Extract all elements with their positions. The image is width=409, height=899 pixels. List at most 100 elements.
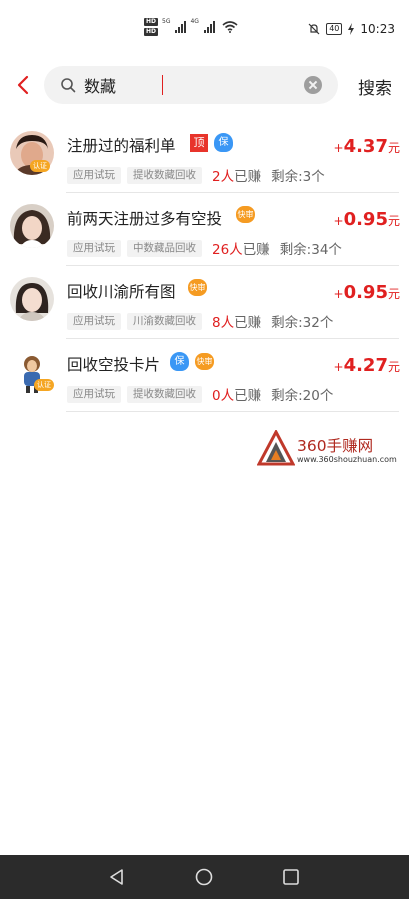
earned-label: 已赚	[242, 242, 270, 258]
search-header: 搜索	[0, 62, 409, 108]
price-unit: 元	[387, 287, 400, 301]
search-box[interactable]	[44, 66, 338, 104]
system-nav-bar	[0, 855, 409, 899]
signal-label: 4G	[190, 18, 199, 25]
price-sign: +	[333, 360, 344, 374]
signal-icon	[203, 21, 215, 33]
top-badge: 顶	[190, 133, 208, 152]
back-triangle-icon	[110, 869, 123, 885]
category-tag: 应用试玩	[67, 312, 121, 330]
search-input[interactable]	[84, 74, 284, 96]
guarantee-badge: 保	[214, 133, 233, 152]
remaining-count: 剩余:20个	[271, 388, 334, 404]
price-amount: 0.95	[343, 209, 388, 230]
title-badges: 快审	[236, 206, 255, 223]
remaining-count: 剩余:32个	[271, 315, 334, 331]
list-item[interactable]: 认证 回收空投卡片 保 快审 应用试玩 提收数藏回收 0人已赚 剩余:20个 +…	[0, 339, 409, 412]
price-sign: +	[333, 214, 344, 228]
status-right: 40 10:23	[308, 22, 395, 36]
verified-badge: 认证	[30, 160, 50, 172]
earned-count: 0人已赚	[212, 384, 261, 404]
list-item[interactable]: 回收川渝所有图 快审 应用试玩 川渝数藏回收 8人已赚 剩余:32个 +0.95…	[0, 266, 409, 339]
list-item[interactable]: 前两天注册过多有空投 快审 应用试玩 中数藏品回收 26人已赚 剩余:34个 +…	[0, 193, 409, 266]
remaining-count: 剩余:34个	[279, 242, 342, 258]
tags-row: 应用试玩 川渝数藏回收 8人已赚 剩余:32个	[67, 311, 333, 331]
tags-row: 应用试玩 提收数藏回收 0人已赚 剩余:20个	[67, 384, 333, 404]
reward-price: +4.37元	[334, 136, 401, 157]
fast-review-badge: 快审	[188, 279, 207, 296]
reward-price: +0.95元	[334, 209, 401, 230]
reward-price: +4.27元	[334, 355, 401, 376]
earned-number: 0人	[212, 388, 235, 404]
task-title: 回收空投卡片	[67, 356, 161, 374]
price-amount: 0.95	[343, 282, 388, 303]
watermark-url: www.360shouzhuan.com	[297, 455, 397, 464]
clear-icon[interactable]	[304, 76, 322, 94]
category-tag: 中数藏品回收	[127, 239, 202, 257]
earned-count: 8人已赚	[212, 311, 261, 331]
price-unit: 元	[387, 214, 400, 228]
tags-row: 应用试玩 中数藏品回收 26人已赚 剩余:34个	[67, 238, 342, 258]
price-amount: 4.27	[343, 355, 388, 376]
chevron-left-icon	[17, 75, 29, 95]
home-circle-icon	[195, 868, 213, 886]
title-badges: 保 快审	[170, 352, 214, 371]
divider	[66, 411, 399, 412]
fast-review-badge: 快审	[195, 353, 214, 370]
network-indicators: HD HD 5G 4G	[144, 18, 238, 36]
hd-indicators: HD HD	[144, 18, 159, 36]
earned-number: 2人	[212, 169, 235, 185]
price-sign: +	[333, 141, 344, 155]
nav-recents-button[interactable]	[281, 867, 301, 887]
list-item[interactable]: 认证 注册过的福利单 顶 保 应用试玩 提收数藏回收 2人已赚 剩余:3个 +4…	[0, 120, 409, 193]
earned-number: 8人	[212, 315, 235, 331]
verified-badge: 认证	[34, 379, 54, 391]
earned-label: 已赚	[234, 388, 262, 404]
category-tag: 应用试玩	[67, 239, 121, 257]
price-amount: 4.37	[343, 136, 388, 157]
signal-label: 5G	[162, 18, 171, 25]
clock: 10:23	[360, 22, 395, 36]
reward-price: +0.95元	[334, 282, 401, 303]
price-sign: +	[333, 287, 344, 301]
mute-bell-icon	[308, 23, 320, 35]
category-tag: 应用试玩	[67, 166, 121, 184]
task-title: 回收川渝所有图	[67, 283, 176, 301]
battery-level: 40	[326, 23, 343, 35]
tags-row: 应用试玩 提收数藏回收 2人已赚 剩余:3个	[67, 165, 325, 185]
wifi-icon	[222, 21, 238, 33]
hd-badge: HD	[144, 28, 159, 36]
guarantee-badge: 保	[170, 352, 189, 371]
signal-icon	[175, 21, 187, 33]
category-tag: 川渝数藏回收	[127, 312, 202, 330]
charging-icon	[348, 23, 355, 35]
price-unit: 元	[387, 360, 400, 374]
hd-badge: HD	[144, 18, 159, 26]
nav-back-button[interactable]	[107, 867, 127, 887]
task-title: 前两天注册过多有空投	[67, 210, 223, 228]
watermark-logo: 360手赚网 www.360shouzhuan.com	[257, 430, 397, 468]
search-icon	[61, 78, 76, 93]
avatar	[10, 204, 54, 248]
title-badges: 顶 保	[190, 133, 233, 152]
earned-count: 26人已赚	[212, 238, 270, 258]
watermark-name: 360手赚网	[297, 437, 374, 455]
triangle-logo-icon	[257, 430, 295, 466]
earned-label: 已赚	[234, 169, 262, 185]
status-bar: HD HD 5G 4G 40 10:23	[0, 0, 409, 52]
category-tag: 应用试玩	[67, 385, 121, 403]
category-tag: 提收数藏回收	[127, 166, 202, 184]
recents-square-icon	[283, 869, 299, 885]
back-button[interactable]	[10, 70, 38, 100]
earned-label: 已赚	[234, 315, 262, 331]
fast-review-badge: 快审	[236, 206, 255, 223]
earned-count: 2人已赚	[212, 165, 261, 185]
earned-number: 26人	[212, 242, 243, 258]
title-badges: 快审	[188, 279, 207, 296]
task-list: 认证 注册过的福利单 顶 保 应用试玩 提收数藏回收 2人已赚 剩余:3个 +4…	[0, 120, 409, 412]
category-tag: 提收数藏回收	[127, 385, 202, 403]
nav-home-button[interactable]	[194, 867, 214, 887]
avatar	[10, 277, 54, 321]
search-button[interactable]: 搜索	[358, 74, 392, 99]
remaining-count: 剩余:3个	[271, 169, 325, 185]
